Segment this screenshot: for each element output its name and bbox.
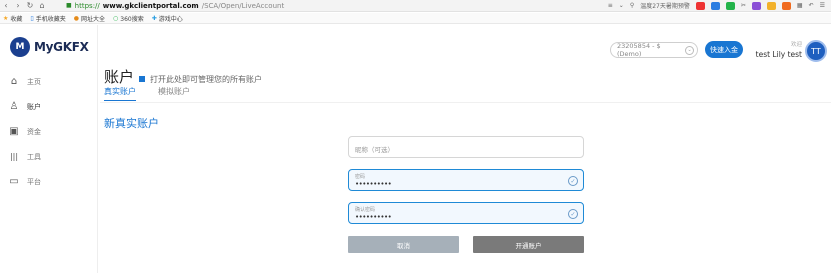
platform-icon: ▭: [9, 176, 19, 187]
cancel-button[interactable]: 取消: [348, 236, 459, 253]
check-icon: ✓: [568, 209, 578, 219]
home-browser-icon[interactable]: ⌂: [36, 0, 48, 12]
confirm-password-field[interactable]: 确认密码 •••••••••• ✓: [348, 202, 584, 224]
sidebar-item-funds[interactable]: ▣ 资金: [0, 119, 98, 144]
tools-icon: |||: [9, 152, 19, 161]
sidebar-menu: ⌂ 主页 ♙ 账户 ▣ 资金 ||| 工具 ▭ 平台: [0, 69, 98, 194]
lock-icon: ■: [66, 2, 72, 9]
sidebar-item-label: 账户: [27, 102, 41, 111]
user-name[interactable]: test Lily test: [744, 50, 802, 59]
check-icon: ✓: [568, 176, 578, 186]
avatar[interactable]: TT: [805, 40, 827, 62]
quick-deposit-button[interactable]: 快速入金: [705, 41, 743, 58]
undo-icon[interactable]: ↶: [809, 2, 814, 9]
logo-text: MyGKFX: [34, 40, 89, 54]
url-scheme: https://: [74, 1, 100, 10]
password-label: 密码: [355, 174, 366, 180]
user-icon: ♙: [9, 101, 19, 112]
bookmark-item[interactable]: ★ 收藏: [3, 14, 22, 23]
logo[interactable]: M MyGKFX: [10, 37, 89, 57]
sidebar-item-label: 平台: [27, 177, 41, 186]
sidebar-item-platform[interactable]: ▭ 平台: [0, 169, 98, 194]
game-icon: ✚: [151, 14, 157, 22]
confirm-password-label: 确认密码: [355, 207, 376, 213]
page-hint: 打开此处即可管理您的所有账户: [150, 75, 263, 84]
bookmark-item[interactable]: ○ 360搜索: [113, 14, 144, 23]
bookmark-item[interactable]: ✚ 游戏中心: [152, 14, 183, 23]
game-icon[interactable]: [781, 1, 791, 10]
scissors-icon[interactable]: ✂: [741, 2, 746, 9]
tabs-divider: [100, 102, 831, 103]
bookmarks-bar: ★ 收藏 ▯ 手机收藏夹 ● 网址大全 ○ 360搜索 ✚ 游戏中心: [0, 13, 831, 24]
chevron-down-icon[interactable]: ⌄: [619, 2, 624, 9]
sidebar-item-label: 主页: [27, 77, 41, 86]
refresh-app-icon[interactable]: [725, 1, 735, 10]
password-value: ••••••••••: [355, 180, 392, 188]
star-icon: ★: [3, 14, 9, 22]
tab-live-account[interactable]: 真实账户: [104, 86, 136, 101]
address-bar[interactable]: ■ https://www.gkclientportal.com/SCA/Ope…: [66, 2, 284, 10]
sidebar-item-label: 工具: [27, 152, 41, 161]
password-field[interactable]: 密码 •••••••••• ✓: [348, 169, 584, 191]
tab-demo-account[interactable]: 模拟账户: [158, 86, 190, 101]
browser-toolbar: ‹ › ↻ ⌂ ■ https://www.gkclientportal.com…: [0, 0, 831, 12]
square-icon: [139, 76, 146, 82]
page-title-row: 账户 打开此处即可管理您的所有账户: [104, 66, 262, 87]
bookmark-item[interactable]: ● 网址大全: [74, 14, 105, 23]
url-path: /SCA/Open/LiveAccount: [201, 1, 285, 10]
chevron-down-icon: ⌄: [685, 45, 694, 55]
sidebar: M MyGKFX ⌂ 主页 ♙ 账户 ▣ 资金 ||| 工具 ▭ 平台: [0, 25, 98, 273]
wallet-icon: ▣: [9, 126, 19, 137]
back-icon[interactable]: ‹: [0, 0, 12, 12]
reload-icon[interactable]: ↻: [24, 0, 36, 12]
sidebar-item-home[interactable]: ⌂ 主页: [0, 69, 98, 94]
extension-icon[interactable]: [751, 1, 761, 10]
shield-icon[interactable]: [766, 1, 776, 10]
phone-icon: ▯: [30, 14, 34, 22]
welcome-block: 欢迎 test Lily test: [744, 42, 802, 59]
logo-badge: M: [10, 37, 30, 57]
open-account-button[interactable]: 开通账户: [473, 236, 584, 253]
bookmark-item[interactable]: ▯ 手机收藏夹: [30, 14, 65, 23]
grid-icon[interactable]: ▦: [797, 2, 803, 9]
search-icon[interactable]: ⚲: [630, 2, 634, 9]
sidebar-item-account[interactable]: ♙ 账户: [0, 94, 98, 119]
nickname-field[interactable]: 昵称（可选）: [348, 136, 584, 158]
forward-icon[interactable]: ›: [12, 0, 24, 12]
url-host: www.gkclientportal.com: [102, 1, 199, 10]
hot-icon[interactable]: [695, 1, 705, 10]
browser-notice[interactable]: 温度27天暑期预警: [640, 1, 690, 10]
account-tabs: 真实账户 模拟账户: [104, 86, 190, 101]
account-select[interactable]: 23205854 - $ (Demo) ⌄: [610, 42, 698, 58]
account-select-value: 23205854 - $ (Demo): [617, 42, 661, 58]
section-title: 新真实账户: [104, 117, 159, 130]
menu-lines-icon[interactable]: ≡: [608, 2, 613, 9]
sidebar-item-tools[interactable]: ||| 工具: [0, 144, 98, 169]
welcome-hint: 欢迎: [790, 42, 802, 48]
nickname-placeholder: 昵称（可选）: [355, 146, 394, 154]
home-icon: ⌂: [10, 76, 18, 87]
globe-icon: ●: [73, 14, 79, 22]
hamburger-icon[interactable]: ☰: [820, 2, 825, 9]
confirm-password-value: ••••••••••: [355, 213, 392, 221]
sidebar-item-label: 资金: [27, 127, 41, 136]
search-icon: ○: [113, 14, 119, 22]
app-icon[interactable]: [710, 1, 720, 10]
page-title: 账户: [104, 68, 135, 86]
